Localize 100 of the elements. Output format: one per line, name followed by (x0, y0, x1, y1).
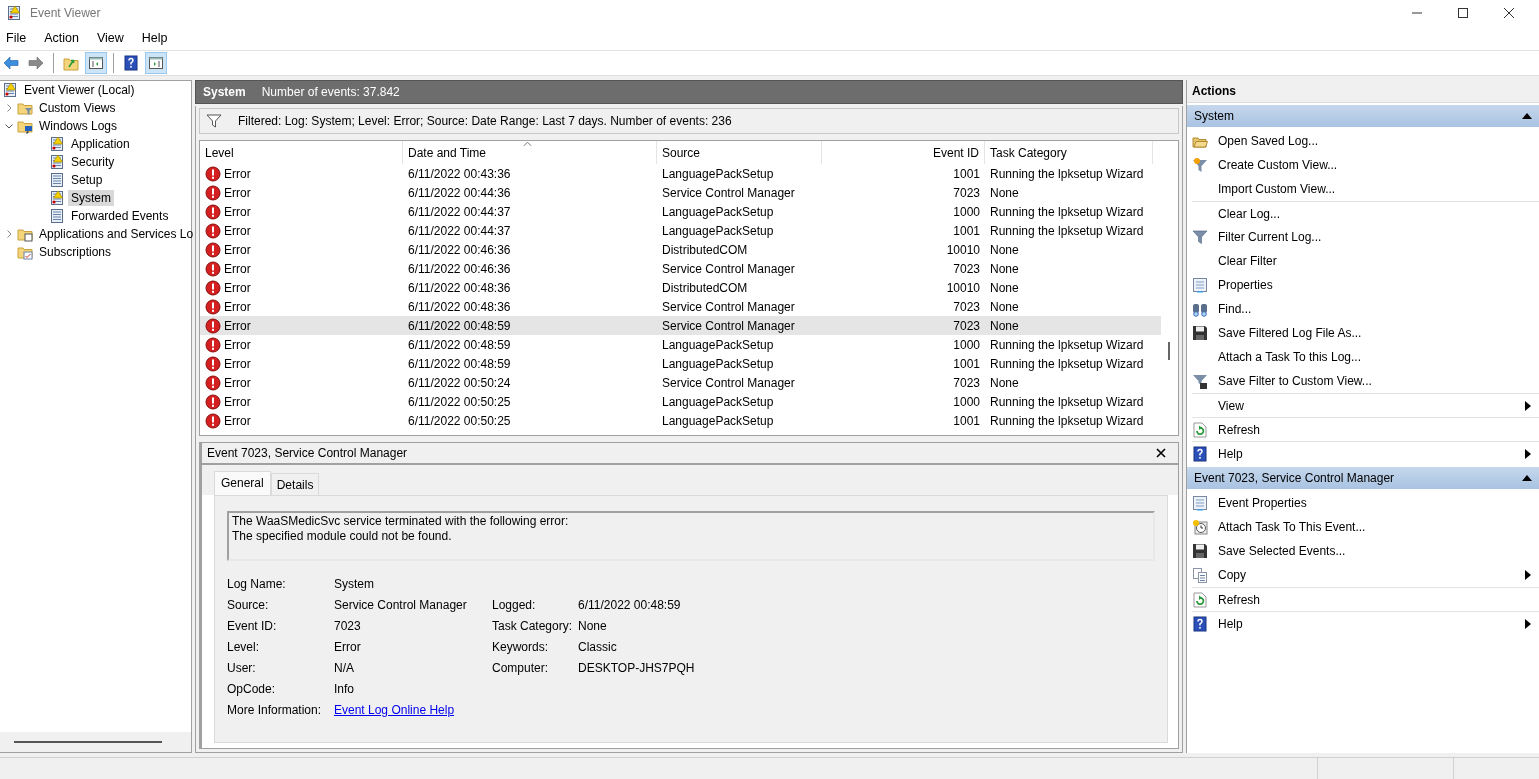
toolbar-button[interactable] (85, 52, 107, 74)
command-item[interactable]: Filter Current Log... (1187, 225, 1539, 249)
section-header[interactable]: System (1187, 105, 1539, 127)
table-cell: LanguagePackSetup (662, 356, 774, 371)
command-item[interactable]: Save Selected Events... (1187, 539, 1539, 563)
table-row[interactable]: Error 6/11/2022 00:48:36 DistributedCOM 10010 None (200, 278, 1161, 297)
tree-item[interactable]: Setup (68, 172, 106, 188)
table-row[interactable]: Error 6/11/2022 00:44:37 LanguagePackSetup 1001 Running the lpksetup Wizard (200, 221, 1161, 240)
tab[interactable]: General (214, 471, 271, 495)
command-item[interactable]: Event Properties (1187, 491, 1539, 515)
command-item[interactable]: Save Filtered Log File As... (1187, 321, 1539, 345)
chevron-right-icon[interactable] (4, 229, 14, 239)
table-cell: Error (224, 356, 251, 371)
copy-icon (1192, 567, 1208, 583)
table-row[interactable]: Error 6/11/2022 00:50:25 LanguagePackSetup 1001 Running the lpksetup Wizard (200, 411, 1161, 430)
field-label: Keywords: (492, 640, 550, 655)
submenu-arrow-icon (1525, 448, 1531, 459)
command-item[interactable]: Clear Log... (1192, 201, 1539, 225)
table-row[interactable]: Error 6/11/2022 00:48:59 Service Control Manager 7023 None (200, 316, 1161, 335)
error-icon (205, 279, 221, 296)
table-row[interactable]: Error 6/11/2022 00:48:36 Service Control Manager 7023 None (200, 297, 1161, 316)
event-log-icon (49, 190, 65, 206)
help-icon (1192, 445, 1208, 462)
command-item[interactable]: Help (1192, 441, 1539, 465)
table-cell: 6/11/2022 00:46:36 (408, 261, 511, 276)
table-row[interactable]: Error 6/11/2022 00:48:59 LanguagePackSetup 1001 Running the lpksetup Wizard (200, 354, 1161, 373)
command-item[interactable]: Properties (1187, 273, 1539, 297)
close-icon[interactable] (1156, 448, 1166, 458)
table-cell: LanguagePackSetup (662, 394, 774, 409)
field-label: More Information: (227, 703, 323, 718)
menu-item[interactable]: View (91, 30, 129, 45)
scrollbar-thumb[interactable] (14, 741, 162, 743)
field-value: DESKTOP-JHS7PQH (578, 661, 696, 676)
tree-item[interactable]: Application (68, 136, 133, 152)
tree-item[interactable]: Applications and Services Lo (36, 226, 197, 242)
pane-toggle-icon (148, 55, 164, 71)
command-item[interactable]: Find... (1187, 297, 1539, 321)
table-row[interactable]: Error 6/11/2022 00:43:36 LanguagePackSetup 1001 Running the lpksetup Wizard (200, 164, 1161, 183)
command-item[interactable]: Open Saved Log... (1187, 129, 1539, 153)
section-header[interactable]: Event 7023, Service Control Manager (1187, 467, 1539, 489)
tree-item[interactable]: Subscriptions (36, 244, 115, 260)
table-cell: 6/11/2022 00:48:59 (408, 337, 511, 352)
chevron-right-icon[interactable] (4, 103, 14, 113)
tree-item[interactable]: Forwarded Events (68, 208, 172, 224)
table-row[interactable]: Error 6/11/2022 00:46:36 DistributedCOM 10010 None (200, 240, 1161, 259)
folder-icon (17, 118, 33, 134)
table-cell: Running the lpksetup Wizard (990, 356, 1144, 371)
tab[interactable]: Details (270, 473, 320, 495)
table-row[interactable]: Error 6/11/2022 00:46:36 Service Control Manager 7023 None (200, 259, 1161, 278)
column-header[interactable]: Task Category (985, 141, 1153, 164)
column-header[interactable]: Date and Time (403, 141, 657, 164)
table-cell: None (990, 280, 1019, 295)
table-cell: 6/11/2022 00:50:25 (408, 413, 511, 428)
menu-item[interactable]: Help (136, 30, 173, 45)
command-item[interactable]: Refresh (1192, 587, 1539, 611)
column-header[interactable]: Event ID (822, 141, 985, 164)
maximize-icon[interactable] (1457, 6, 1469, 19)
menu-item[interactable]: Action (39, 30, 84, 45)
close-icon[interactable] (1503, 6, 1515, 19)
tree-item[interactable]: Custom Views (36, 100, 119, 116)
column-header[interactable]: Level (200, 141, 403, 164)
tree-item[interactable]: Event Viewer (Local) (21, 82, 138, 98)
command-item[interactable]: Clear Filter (1187, 249, 1539, 273)
tree-item[interactable]: System (68, 190, 114, 206)
table-row[interactable]: Error 6/11/2022 00:44:36 Service Control Manager 7023 None (200, 183, 1161, 202)
command-item[interactable]: View (1192, 393, 1539, 417)
command-item[interactable]: Copy (1187, 563, 1539, 587)
toolbar-button[interactable] (145, 52, 167, 74)
command-item[interactable]: Import Custom View... (1187, 177, 1539, 201)
table-cell: Error (224, 166, 251, 181)
command-item[interactable]: Help (1192, 611, 1539, 635)
table-cell: 6/11/2022 00:44:37 (408, 223, 511, 238)
column-header[interactable]: Source (657, 141, 822, 164)
help-link[interactable]: Event Log Online Help (334, 703, 455, 717)
command-item[interactable]: Create Custom View... (1187, 153, 1539, 177)
field-label: Source: (227, 598, 270, 613)
error-icon (205, 241, 221, 258)
menu-item[interactable]: File (1, 30, 32, 45)
command-item[interactable]: Attach Task To This Event... (1187, 515, 1539, 539)
table-cell: 6/11/2022 00:50:25 (408, 394, 511, 409)
table-cell: Running the lpksetup Wizard (990, 337, 1144, 352)
table-cell: Running the lpksetup Wizard (990, 223, 1144, 238)
table-row[interactable]: Error 6/11/2022 00:50:24 Service Control Manager 7023 None (200, 373, 1161, 392)
command-item[interactable]: Attach a Task To this Log... (1187, 345, 1539, 369)
table-row[interactable]: Error 6/11/2022 00:50:25 LanguagePackSetup 1000 Running the lpksetup Wizard (200, 392, 1161, 411)
table-cell: 1001 (953, 413, 980, 428)
details-title: Event 7023, Service Control Manager (207, 446, 408, 460)
tree-item[interactable]: Security (68, 154, 118, 170)
command-item[interactable]: Refresh (1192, 417, 1539, 441)
table-row[interactable]: Error 6/11/2022 00:44:37 LanguagePackSetup 1000 Running the lpksetup Wizard (200, 202, 1161, 221)
command-item[interactable]: Save Filter to Custom View... (1187, 369, 1539, 393)
collapse-arrow-icon (1522, 475, 1532, 481)
scrollbar-thumb[interactable] (1168, 342, 1170, 360)
tree-item[interactable]: Windows Logs (36, 118, 121, 134)
back-arrow-icon (3, 55, 19, 71)
chevron-down-icon[interactable] (4, 121, 14, 131)
table-row[interactable]: Error 6/11/2022 00:48:59 LanguagePackSetup 1000 Running the lpksetup Wizard (200, 335, 1161, 354)
table-cell: Error (224, 204, 251, 219)
field-value: 6/11/2022 00:48:59 (578, 598, 682, 613)
table-cell: LanguagePackSetup (662, 166, 774, 181)
